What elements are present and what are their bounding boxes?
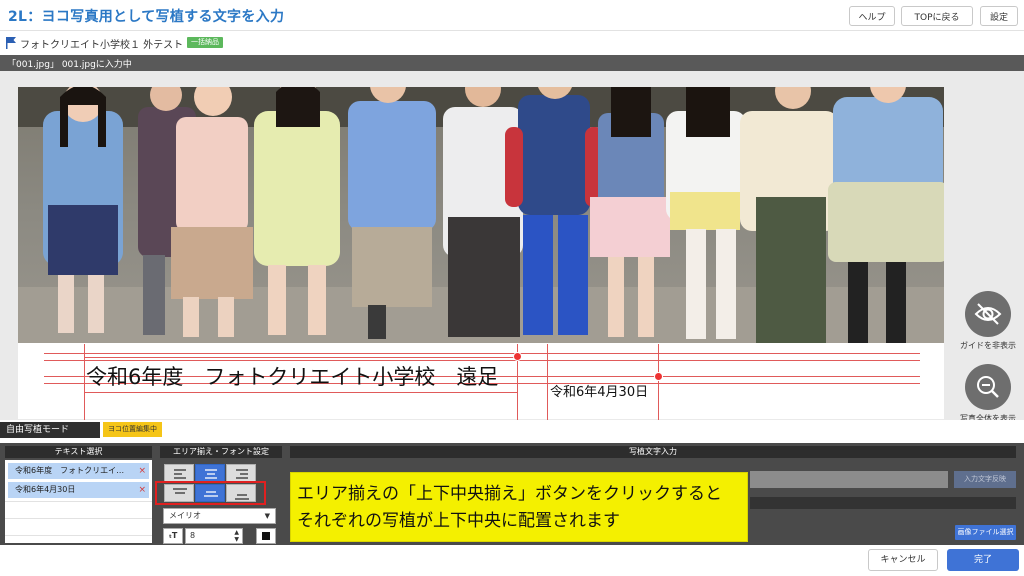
app-root: 2L：ヨコ写真用として写植する文字を入力 ヘルプ TOPに戻る 設定 フォトクリ…: [0, 0, 1024, 576]
text-area-1-content: 令和6年度 フォトクリエイト小学校 遠足: [86, 365, 499, 389]
text-area-2-content: 令和6年4月30日: [550, 385, 649, 400]
delete-icon[interactable]: ×: [138, 463, 146, 479]
text-list: 令和6年度 フォトクリエイ… × 令和6年4月30日 ×: [5, 460, 152, 543]
mode-badge: ヨコ位置編集中: [103, 422, 162, 437]
divider: [5, 501, 152, 502]
instruction-callout: エリア揃えの「上下中央揃え」ボタンをクリックすると それぞれの写植が上下中央に配…: [290, 472, 748, 542]
font-size-icon: ₜT: [163, 528, 183, 544]
subheader: フォトクリエイト小学校１ 外テスト 一括納品: [0, 33, 1024, 52]
divider: [5, 518, 152, 519]
callout-line-2: それぞれの写植が上下中央に配置されます: [297, 511, 620, 531]
status-bar: 「001.jpg」 001.jpgに入力中: [0, 55, 1024, 71]
delivery-badge: 一括納品: [187, 37, 223, 48]
cancel-button[interactable]: キャンセル: [868, 549, 938, 571]
chevron-down-icon: ▼: [264, 512, 270, 520]
list-item[interactable]: 令和6年4月30日 ×: [8, 482, 149, 498]
divider: [5, 535, 152, 536]
highlight-box: [155, 481, 266, 505]
text-input-field[interactable]: [750, 471, 948, 488]
settings-button[interactable]: 設定: [980, 6, 1018, 26]
list-item[interactable]: 令和6年度 フォトクリエイ… ×: [8, 463, 149, 479]
album-title: フォトクリエイト小学校１ 外テスト: [20, 40, 184, 51]
class-photo: [18, 87, 944, 343]
font-size-input[interactable]: 8 ▲ ▼: [185, 528, 243, 544]
flag-icon: [6, 37, 16, 49]
show-full-photo-button[interactable]: [965, 364, 1011, 410]
mode-label: 自由写植モード: [0, 422, 100, 438]
zoom-out-icon: [977, 376, 999, 398]
resize-handle[interactable]: [654, 372, 663, 381]
font-select-value: メイリオ: [169, 511, 201, 520]
delete-icon[interactable]: ×: [138, 482, 146, 498]
text-input-header: 写植文字入力: [290, 446, 1016, 458]
text-select-header: テキスト選択: [5, 446, 152, 458]
align-font-header: エリア揃え・フォント設定: [160, 446, 282, 458]
callout-line-1: エリア揃えの「上下中央揃え」ボタンをクリックすると: [297, 484, 722, 504]
guide-line: [44, 353, 920, 354]
eye-off-icon: [974, 303, 1002, 325]
resize-handle[interactable]: [513, 352, 522, 361]
hide-guides-label: ガイドを非表示: [960, 341, 1016, 350]
page-title: 2L：ヨコ写真用として写植する文字を入力: [8, 9, 285, 25]
header: 2L：ヨコ写真用として写植する文字を入力 ヘルプ TOPに戻る 設定: [0, 0, 1024, 31]
font-size-value: 8: [190, 531, 196, 540]
align-right-button[interactable]: [226, 464, 256, 482]
done-button[interactable]: 完了: [947, 549, 1019, 571]
color-swatch: [262, 532, 270, 540]
input-row: [750, 497, 1016, 509]
align-center-button[interactable]: [195, 464, 225, 482]
list-item-label: 令和6年4月30日: [15, 485, 76, 494]
list-item-label: 令和6年度 フォトクリエイ…: [15, 466, 125, 475]
back-to-top-button[interactable]: TOPに戻る: [901, 6, 973, 26]
font-select[interactable]: メイリオ ▼: [163, 508, 276, 524]
apply-text-button[interactable]: 入力文字反映: [954, 471, 1016, 488]
hide-guides-button[interactable]: [965, 291, 1011, 337]
editor-canvas: 令和6年度 フォトクリエイト小学校 遠足 令和6年4月30日 ガイドを非表示 写…: [0, 71, 1024, 423]
align-left-button[interactable]: [164, 464, 194, 482]
image-file-select-button[interactable]: 画像ファイル選択: [955, 525, 1016, 540]
stepper-icon[interactable]: ▲ ▼: [234, 529, 239, 543]
font-color-button[interactable]: [256, 528, 276, 544]
help-button[interactable]: ヘルプ: [849, 6, 895, 26]
photo-card: 令和6年度 フォトクリエイト小学校 遠足 令和6年4月30日: [18, 87, 944, 420]
status-text: 「001.jpg」 001.jpgに入力中: [7, 60, 132, 70]
